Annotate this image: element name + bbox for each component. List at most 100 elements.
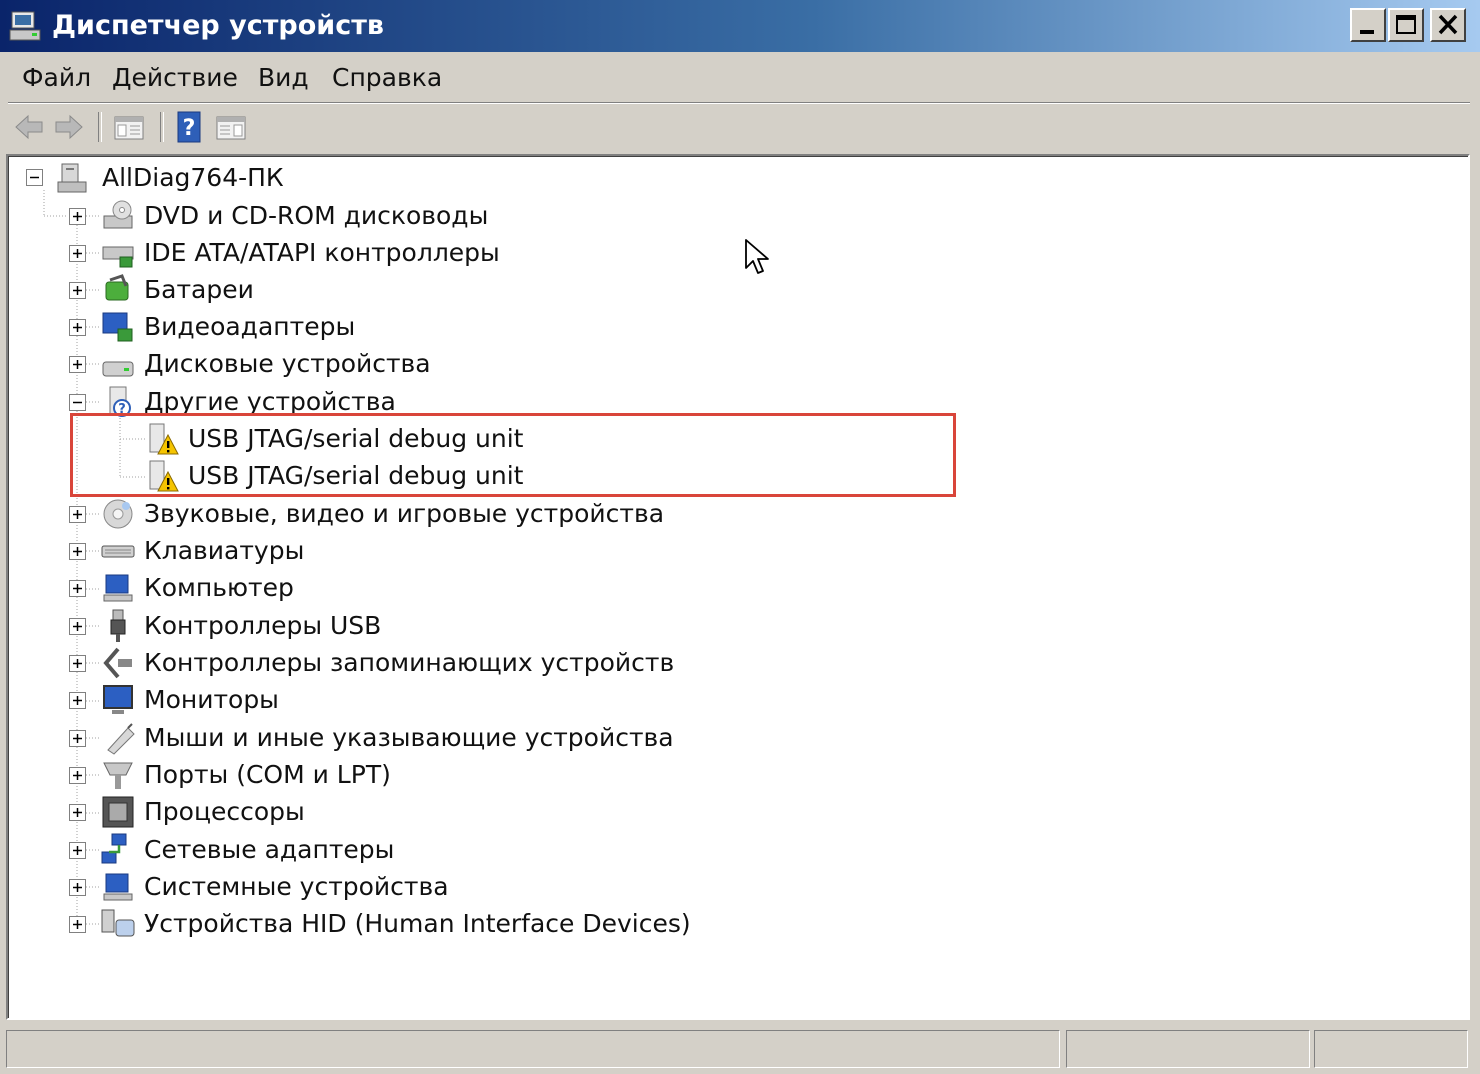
tree-node-disks[interactable]: Дисковые устройства bbox=[8, 346, 908, 382]
sound-device-icon bbox=[103, 499, 133, 529]
close-button[interactable] bbox=[1430, 8, 1466, 42]
back-arrow-icon[interactable] bbox=[12, 110, 46, 144]
tree-node-usb[interactable]: Контроллеры USB bbox=[8, 608, 908, 644]
menu-bar: Файл Действие Вид Справка bbox=[8, 54, 1470, 103]
node-label: Порты (COM и LPT) bbox=[144, 760, 391, 789]
menu-help[interactable]: Справка bbox=[326, 62, 448, 94]
node-label: Другие устройства bbox=[144, 387, 396, 416]
menu-action[interactable]: Действие bbox=[106, 62, 244, 94]
node-label: USB JTAG/serial debug unit bbox=[188, 461, 524, 490]
node-label: Мониторы bbox=[144, 685, 279, 714]
collapse-toggle[interactable] bbox=[69, 394, 86, 411]
tree-node-monitors[interactable]: Мониторы bbox=[8, 682, 908, 718]
window-title: Диспетчер устройств bbox=[52, 10, 384, 41]
expand-toggle[interactable] bbox=[69, 506, 86, 523]
node-label: Устройства HID (Human Interface Devices) bbox=[144, 909, 691, 938]
expand-toggle[interactable] bbox=[69, 916, 86, 933]
menu-file[interactable]: Файл bbox=[16, 62, 97, 94]
tree-node-computer[interactable]: Компьютер bbox=[8, 570, 908, 606]
node-label: Контроллеры запоминающих устройств bbox=[144, 648, 675, 677]
status-cell-secondary bbox=[1066, 1030, 1310, 1068]
tree-node-mice[interactable]: Мыши и иные указывающие устройства bbox=[8, 720, 908, 756]
node-label: Компьютер bbox=[144, 573, 294, 602]
expand-toggle[interactable] bbox=[69, 543, 86, 560]
forward-arrow-icon[interactable] bbox=[52, 110, 86, 144]
help-icon[interactable]: ? bbox=[172, 110, 206, 144]
display-adapter-icon bbox=[102, 312, 133, 342]
expand-toggle[interactable] bbox=[69, 730, 86, 747]
tree-node-hid[interactable]: Устройства HID (Human Interface Devices) bbox=[8, 906, 908, 942]
node-label: Контроллеры USB bbox=[144, 611, 382, 640]
tree-node-system[interactable]: Системные устройства bbox=[8, 869, 908, 905]
device-manager-icon bbox=[9, 11, 41, 41]
expand-toggle[interactable] bbox=[69, 692, 86, 709]
network-adapter-icon bbox=[101, 833, 127, 864]
storage-controller-icon bbox=[103, 647, 132, 679]
expand-toggle[interactable] bbox=[69, 879, 86, 896]
toolbar-separator bbox=[98, 112, 102, 142]
expand-toggle[interactable] bbox=[69, 767, 86, 784]
computer-icon bbox=[57, 163, 87, 193]
ide-controller-icon bbox=[102, 246, 134, 268]
toolbar: ? bbox=[8, 104, 1470, 150]
tree-node-sound[interactable]: Звуковые, видео и игровые устройства bbox=[8, 496, 908, 532]
usb-controller-icon bbox=[110, 609, 126, 642]
maximize-button[interactable] bbox=[1388, 8, 1424, 42]
expand-toggle[interactable] bbox=[69, 618, 86, 635]
expand-toggle[interactable] bbox=[69, 208, 86, 225]
title-bar[interactable]: Диспетчер устройств bbox=[0, 0, 1480, 52]
expand-toggle[interactable] bbox=[69, 580, 86, 597]
device-tree[interactable]: AllDiag764-ПК DVD и CD-ROM дисководы IDE… bbox=[6, 154, 1470, 1020]
svg-text:?: ? bbox=[183, 116, 196, 141]
node-label: Звуковые, видео и игровые устройства bbox=[144, 499, 665, 528]
node-label: Клавиатуры bbox=[144, 536, 305, 565]
node-label: USB JTAG/serial debug unit bbox=[188, 424, 524, 453]
close-icon bbox=[1438, 14, 1458, 35]
processor-icon bbox=[102, 796, 134, 828]
mouse-cursor-icon bbox=[745, 239, 769, 274]
unknown-device-icon: ? bbox=[109, 386, 131, 417]
expand-toggle[interactable] bbox=[69, 356, 86, 373]
tree-node-ide[interactable]: IDE ATA/ATAPI контроллеры bbox=[8, 235, 908, 271]
expand-toggle[interactable] bbox=[69, 655, 86, 672]
keyboard-icon bbox=[101, 545, 135, 558]
tree-root-label[interactable]: AllDiag764-ПК bbox=[102, 160, 284, 196]
mouse-icon bbox=[107, 723, 135, 755]
node-label: IDE ATA/ATAPI контроллеры bbox=[144, 238, 500, 267]
tree-node-other[interactable]: ? Другие устройства bbox=[8, 384, 908, 420]
status-bar bbox=[6, 1026, 1470, 1070]
tree-node-usb-jtag-2[interactable]: USB JTAG/serial debug unit bbox=[8, 458, 908, 494]
battery-icon bbox=[105, 274, 129, 301]
tree-node-ports[interactable]: Порты (COM и LPT) bbox=[8, 757, 908, 793]
minimize-icon bbox=[1360, 30, 1374, 34]
expand-toggle[interactable] bbox=[69, 804, 86, 821]
tree-node-storage[interactable]: Контроллеры запоминающих устройств bbox=[8, 645, 908, 681]
minimize-button[interactable] bbox=[1350, 8, 1386, 42]
node-label: Системные устройства bbox=[144, 872, 449, 901]
tree-node-keyboards[interactable]: Клавиатуры bbox=[8, 533, 908, 569]
expand-toggle[interactable] bbox=[69, 245, 86, 262]
tree-node-dvd[interactable]: DVD и CD-ROM дисководы bbox=[8, 198, 908, 234]
tree-node-usb-jtag-1[interactable]: USB JTAG/serial debug unit bbox=[8, 421, 908, 457]
tree-node-network[interactable]: Сетевые адаптеры bbox=[8, 832, 908, 868]
expand-toggle[interactable] bbox=[69, 282, 86, 299]
node-label: Мыши и иные указывающие устройства bbox=[144, 723, 674, 752]
warning-device-icon bbox=[149, 460, 179, 492]
node-label: DVD и CD-ROM дисководы bbox=[144, 201, 489, 230]
status-cell-main bbox=[6, 1030, 1060, 1068]
tree-node-video[interactable]: Видеоадаптеры bbox=[8, 309, 908, 345]
node-label: Видеоадаптеры bbox=[144, 312, 356, 341]
monitor-icon bbox=[103, 685, 133, 714]
warning-device-icon bbox=[149, 423, 179, 455]
root-collapse-toggle[interactable] bbox=[26, 169, 43, 186]
tree-node-batteries[interactable]: Батареи bbox=[8, 272, 908, 308]
dvd-drive-icon bbox=[103, 200, 133, 229]
expand-toggle[interactable] bbox=[69, 319, 86, 336]
port-icon bbox=[103, 762, 133, 789]
node-label: Сетевые адаптеры bbox=[144, 835, 395, 864]
menu-view[interactable]: Вид bbox=[252, 62, 315, 94]
tree-node-cpu[interactable]: Процессоры bbox=[8, 794, 908, 830]
expand-toggle[interactable] bbox=[69, 842, 86, 859]
properties-icon[interactable] bbox=[214, 110, 248, 144]
console-tree-icon[interactable] bbox=[112, 110, 146, 144]
